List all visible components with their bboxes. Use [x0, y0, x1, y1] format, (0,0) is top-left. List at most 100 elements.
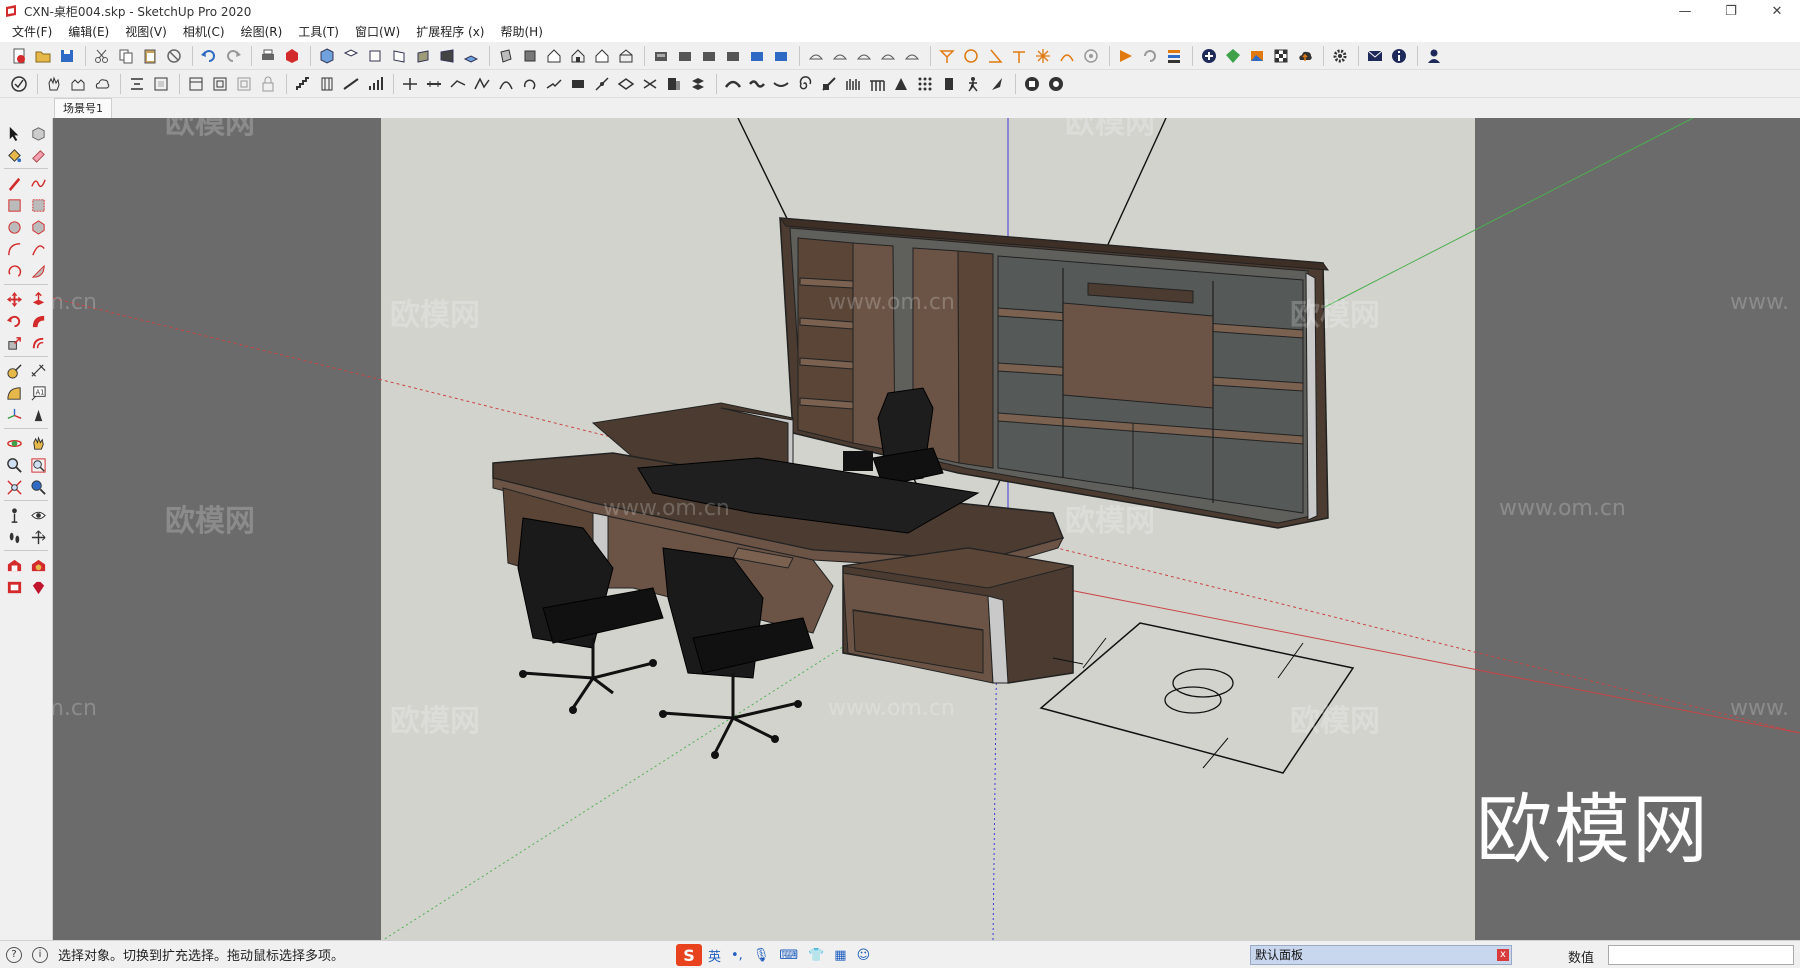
wireframe-button[interactable] — [543, 45, 565, 67]
window-tool-4-button[interactable] — [257, 73, 279, 95]
menu-view[interactable]: 视图(V) — [117, 22, 175, 42]
save-button[interactable] — [56, 45, 78, 67]
zoom-tool-button[interactable] — [3, 454, 25, 476]
warehouse-button[interactable] — [650, 45, 672, 67]
check-button[interactable] — [8, 73, 30, 95]
select-tool-button[interactable] — [3, 122, 25, 144]
curve-tool-10-button[interactable] — [938, 73, 960, 95]
layout-send-button[interactable] — [3, 576, 25, 598]
make-component-button[interactable] — [27, 122, 49, 144]
component-3-button[interactable] — [722, 45, 744, 67]
curve-tool-2-button[interactable] — [746, 73, 768, 95]
front-view-button[interactable] — [364, 45, 386, 67]
line-tool-13-button[interactable] — [687, 73, 709, 95]
curve-tool-9-button[interactable] — [914, 73, 936, 95]
ime-emoji-icon[interactable]: ☺ — [857, 948, 871, 963]
extension-warehouse-button[interactable] — [27, 554, 49, 576]
ext-3-button[interactable] — [1163, 45, 1185, 67]
ext-2-button[interactable] — [1139, 45, 1161, 67]
tray-close-button[interactable]: x — [1497, 949, 1509, 961]
menu-camera[interactable]: 相机(C) — [175, 22, 233, 42]
offset-tool-button[interactable] — [27, 332, 49, 354]
curve-tool-11-button[interactable] — [962, 73, 984, 95]
erase-button[interactable] — [163, 45, 185, 67]
line-tool-3-button[interactable] — [447, 73, 469, 95]
circle-tool-button[interactable] — [3, 216, 25, 238]
freehand-tool-button[interactable] — [27, 172, 49, 194]
window-tool-1-button[interactable] — [185, 73, 207, 95]
geo-location-icon[interactable]: ? — [6, 946, 22, 963]
curve-tool-6-button[interactable] — [842, 73, 864, 95]
shaded-button[interactable] — [591, 45, 613, 67]
sandbox-5-button[interactable] — [901, 45, 923, 67]
add-location-button[interactable] — [1198, 45, 1220, 67]
three-point-arc-button[interactable] — [3, 260, 25, 282]
ime-toolbox-icon[interactable]: ▦ — [834, 948, 846, 963]
window-tool-3-button[interactable] — [233, 73, 255, 95]
previous-view-button[interactable] — [27, 476, 49, 498]
minimize-button[interactable]: — — [1662, 0, 1708, 22]
dimension-tool-button[interactable] — [27, 360, 49, 382]
sandbox-3-button[interactable] — [853, 45, 875, 67]
ime-skin-icon[interactable]: 👕 — [808, 948, 824, 963]
line-tool-6-button[interactable] — [519, 73, 541, 95]
zoom-window-button[interactable] — [27, 454, 49, 476]
tool-orange-6-button[interactable] — [1056, 45, 1078, 67]
component-4-button[interactable] — [746, 45, 768, 67]
curve-tool-12-button[interactable] — [986, 73, 1008, 95]
scene-tab-1[interactable]: 场景号1 — [54, 98, 112, 118]
pie-tool-button[interactable] — [27, 260, 49, 282]
menu-draw[interactable]: 绘图(R) — [233, 22, 291, 42]
stair-button[interactable] — [292, 73, 314, 95]
tool-orange-5-button[interactable] — [1032, 45, 1054, 67]
curve-tool-5-button[interactable] — [818, 73, 840, 95]
text-tool-button[interactable]: A1 — [27, 382, 49, 404]
info-circle-icon[interactable]: i — [32, 946, 48, 963]
default-tray-tab[interactable]: 默认面板 x — [1250, 945, 1512, 965]
film-button[interactable] — [1021, 73, 1043, 95]
menu-window[interactable]: 窗口(W) — [347, 22, 408, 42]
sogou-ime-icon[interactable]: S — [676, 944, 702, 966]
paste-button[interactable] — [139, 45, 161, 67]
redo-button[interactable] — [222, 45, 244, 67]
iso-view-button[interactable] — [316, 45, 338, 67]
ime-language-toggle[interactable]: 英 — [708, 946, 721, 965]
ext-1-button[interactable] — [1115, 45, 1137, 67]
bottom-view-button[interactable] — [460, 45, 482, 67]
position-camera-button[interactable] — [3, 504, 25, 526]
terrain-button[interactable] — [1222, 45, 1244, 67]
rotate-tool-button[interactable] — [3, 310, 25, 332]
new-file-button[interactable] — [8, 45, 30, 67]
model-info-button[interactable] — [281, 45, 303, 67]
top-view-button[interactable] — [340, 45, 362, 67]
tape-measure-button[interactable] — [3, 360, 25, 382]
orbit-tool-button[interactable] — [3, 432, 25, 454]
scale-tool-button[interactable] — [3, 332, 25, 354]
cut-button[interactable] — [91, 45, 113, 67]
line-tool-10-button[interactable] — [615, 73, 637, 95]
model-viewport[interactable]: 欧模网 www.om.cn 欧模网 www.om.cn om.cn 欧模网 ww… — [53, 118, 1800, 940]
curve-tool-4-button[interactable] — [794, 73, 816, 95]
section-plane-button[interactable] — [27, 526, 49, 548]
axes-tool-button[interactable] — [3, 404, 25, 426]
copy-button[interactable] — [115, 45, 137, 67]
3d-text-button[interactable] — [27, 404, 49, 426]
look-around-button[interactable] — [27, 504, 49, 526]
line-tool-1-button[interactable] — [399, 73, 421, 95]
extension-settings-button[interactable] — [1329, 45, 1351, 67]
xray-button[interactable] — [495, 45, 517, 67]
protractor-button[interactable] — [3, 382, 25, 404]
walk-tool-button[interactable] — [3, 526, 25, 548]
sandbox-1-button[interactable] — [805, 45, 827, 67]
line-tool-5-button[interactable] — [495, 73, 517, 95]
restore-button[interactable]: ❐ — [1708, 0, 1754, 22]
ruby-console-button[interactable] — [27, 576, 49, 598]
warehouse-3d-button[interactable] — [3, 554, 25, 576]
sandbox-2-button[interactable] — [829, 45, 851, 67]
tool-orange-3-button[interactable] — [984, 45, 1006, 67]
close-button[interactable]: ✕ — [1754, 0, 1800, 22]
push-pull-button[interactable] — [27, 288, 49, 310]
two-point-arc-button[interactable] — [27, 238, 49, 260]
menu-extensions[interactable]: 扩展程序 (x) — [408, 22, 492, 42]
beam-button[interactable] — [340, 73, 362, 95]
